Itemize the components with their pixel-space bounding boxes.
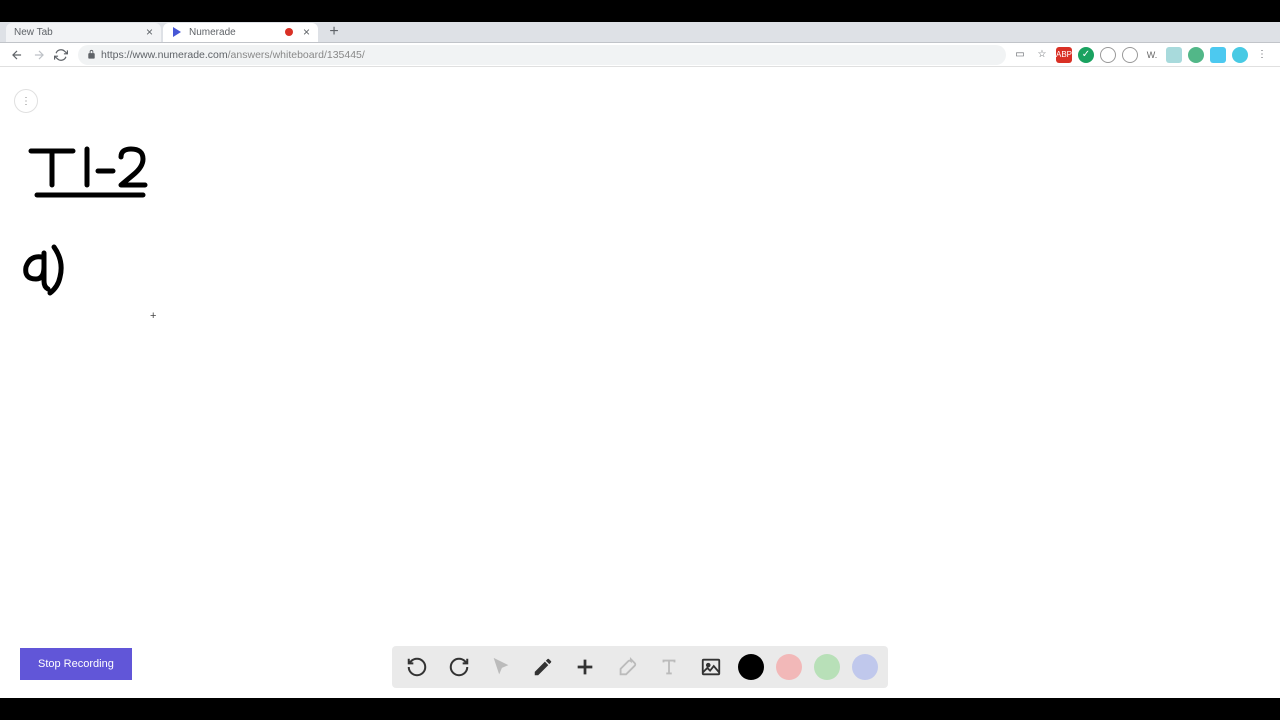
image-tool-button[interactable] [696, 652, 726, 682]
extension-icon[interactable] [1166, 47, 1182, 63]
star-icon[interactable]: ☆ [1034, 47, 1050, 63]
extension-icon[interactable] [1232, 47, 1248, 63]
recording-indicator-icon [285, 28, 293, 36]
tab-title: New Tab [14, 27, 142, 38]
whiteboard-toolbar [392, 646, 888, 688]
extension-icon[interactable]: W. [1144, 47, 1160, 63]
numerade-favicon [171, 26, 183, 38]
color-red-button[interactable] [776, 654, 802, 680]
back-button[interactable] [6, 44, 28, 66]
letterbox-bottom [0, 698, 1280, 720]
letterbox-top [0, 0, 1280, 22]
lock-icon [86, 49, 97, 60]
url-text: https://www.numerade.com/answers/whitebo… [101, 49, 365, 61]
extension-icon[interactable] [1188, 47, 1204, 63]
redo-button[interactable] [444, 652, 474, 682]
handwriting-t1-2 [25, 143, 155, 203]
browser-tab-strip: New Tab × Numerade × + [0, 22, 1280, 43]
extension-icon[interactable] [1100, 47, 1116, 63]
tab-title: Numerade [189, 27, 285, 38]
pointer-tool-button[interactable] [486, 652, 516, 682]
pencil-tool-button[interactable] [528, 652, 558, 682]
close-icon[interactable]: × [303, 25, 310, 39]
color-blue-button[interactable] [852, 654, 878, 680]
canvas-menu-button[interactable]: ⋮ [14, 89, 38, 113]
extension-icon[interactable] [1122, 47, 1138, 63]
extension-icon[interactable]: ✓ [1078, 47, 1094, 63]
new-tab-button[interactable]: + [324, 22, 344, 42]
whiteboard-canvas[interactable]: + [0, 67, 1280, 698]
extension-icons: ▭ ☆ ABP ✓ W. ⋮ [1012, 47, 1274, 63]
address-bar[interactable]: https://www.numerade.com/answers/whitebo… [78, 45, 1006, 65]
color-green-button[interactable] [814, 654, 840, 680]
reload-button[interactable] [50, 44, 72, 66]
eraser-tool-button[interactable] [612, 652, 642, 682]
cast-icon[interactable]: ▭ [1012, 47, 1028, 63]
menu-icon[interactable]: ⋮ [1254, 47, 1270, 63]
undo-button[interactable] [402, 652, 432, 682]
text-tool-button[interactable] [654, 652, 684, 682]
crosshair-cursor-icon: + [150, 310, 156, 322]
add-tool-button[interactable] [570, 652, 600, 682]
forward-button[interactable] [28, 44, 50, 66]
extension-icon[interactable]: ABP [1056, 47, 1072, 63]
tab-numerade[interactable]: Numerade × [163, 23, 318, 42]
stop-recording-button[interactable]: Stop Recording [20, 648, 132, 680]
handwriting-a [16, 239, 76, 299]
tab-new-tab[interactable]: New Tab × [6, 23, 161, 42]
color-black-button[interactable] [738, 654, 764, 680]
browser-nav-bar: https://www.numerade.com/answers/whitebo… [0, 43, 1280, 67]
extension-icon[interactable] [1210, 47, 1226, 63]
close-icon[interactable]: × [146, 25, 153, 39]
